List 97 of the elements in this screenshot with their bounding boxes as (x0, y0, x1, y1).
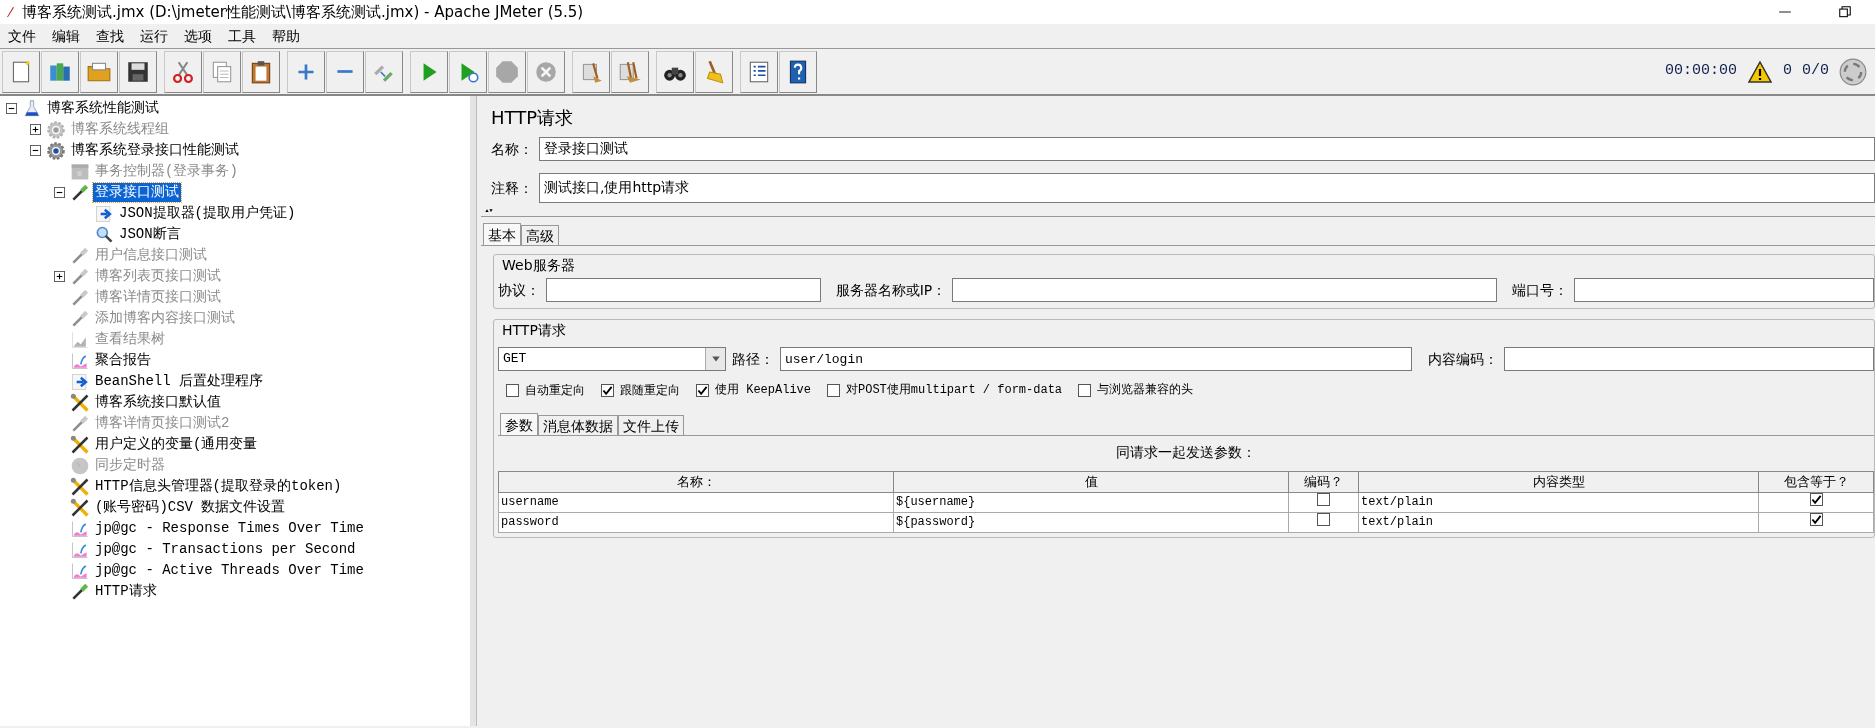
thread-count: 0/0 (1802, 61, 1829, 82)
field-label: 端口号： (1512, 280, 1568, 300)
checkbox-label: 对POST使用multipart / form-data (846, 382, 1063, 399)
menu-item[interactable]: 查找 (88, 25, 132, 47)
column-header[interactable]: 内容类型 (1358, 471, 1759, 492)
clear-all-button[interactable] (611, 50, 649, 93)
checkbox-label: 使用 KeepAlive (715, 382, 811, 399)
tree-item[interactable]: (账号密码)CSV 数据文件设置 (93, 498, 288, 517)
menu-item[interactable]: 帮助 (264, 25, 308, 47)
tree-item[interactable]: 博客系统性能测试 (45, 99, 161, 118)
save-button[interactable] (119, 50, 157, 93)
field-label: 协议： (498, 280, 540, 300)
checkbox[interactable] (827, 383, 840, 397)
tree-item[interactable]: 博客系统登录接口性能测试 (69, 141, 241, 160)
tree-item[interactable]: jp@gc - Active Threads Over Time (93, 561, 366, 580)
table-cell: text/plain (1358, 512, 1759, 532)
tree-item[interactable]: JSON提取器(提取用户凭证) (117, 204, 298, 223)
tab[interactable]: 消息体数据 (538, 415, 618, 435)
tree-item[interactable]: HTTP请求 (93, 582, 159, 601)
field-label: 名称： (491, 139, 533, 159)
expand-toggle[interactable] (5, 103, 17, 114)
method-dropdown[interactable]: GET (498, 347, 726, 371)
field-label: 内容编码： (1428, 349, 1498, 369)
field-label: 路径： (732, 349, 774, 369)
table-cell: ${username} (893, 492, 1289, 512)
checkbox-label: 自动重定向 (525, 382, 585, 399)
restore-icon (1838, 5, 1852, 19)
tree-item[interactable]: 用户定义的变量(通用变量 (93, 435, 260, 454)
function-helper-button[interactable] (740, 50, 778, 93)
warning-icon (1746, 59, 1773, 84)
tree-item[interactable]: JSON断言 (117, 225, 183, 244)
clear-button[interactable] (572, 50, 610, 93)
checkbox[interactable] (696, 383, 709, 397)
expand-toggle[interactable] (29, 145, 41, 156)
check-icon (602, 384, 613, 396)
tree-item[interactable]: HTTP信息头管理器(提取登录的token) (93, 477, 344, 496)
table-cell: ${password} (893, 512, 1289, 532)
tab[interactable]: 基本 (483, 223, 521, 245)
text-field[interactable]: user/login (780, 347, 1412, 371)
window-title: 博客系统测试.jmx (D:\jmeter性能测试\博客系统测试.jmx) - Apache JMeter (5.5) (22, 1, 584, 23)
text-field[interactable] (1504, 347, 1874, 371)
table-cell: text/plain (1358, 492, 1759, 512)
tree-item[interactable]: 聚合报告 (93, 351, 153, 370)
table-cell: password (498, 512, 894, 532)
checkbox-label: 跟随重定向 (620, 382, 680, 399)
tab[interactable]: 参数 (500, 413, 538, 435)
column-header[interactable]: 名称： (498, 471, 894, 492)
expand-button[interactable] (287, 50, 325, 93)
check-icon (697, 384, 708, 396)
new-button[interactable] (2, 50, 40, 93)
text-field[interactable]: 登录接口测试 (539, 137, 1875, 161)
tree-item[interactable]: jp@gc - Transactions per Second (93, 540, 358, 559)
checkbox[interactable] (1809, 513, 1823, 526)
check-icon (1810, 514, 1822, 525)
checkbox[interactable] (1078, 383, 1092, 397)
tab[interactable]: 文件上传 (618, 415, 684, 435)
tree-item[interactable]: BeanShell 后置处理程序 (93, 372, 265, 391)
checkbox-label: 与浏览器兼容的头 (1097, 382, 1194, 399)
tree-item[interactable]: 博客系统接口默认值 (93, 393, 223, 412)
menu-item[interactable]: 编辑 (44, 25, 88, 47)
field-label: 注释： (491, 178, 533, 198)
text-field[interactable] (1574, 278, 1874, 302)
toggle-button[interactable] (365, 50, 403, 93)
text-field[interactable] (546, 278, 821, 302)
search-button[interactable] (656, 50, 694, 93)
elapsed-time: 00:00:00 (1664, 61, 1737, 82)
collapse-button[interactable] (326, 50, 364, 93)
column-header[interactable]: 包含等于？ (1758, 471, 1874, 492)
field-label: 服务器名称或IP： (835, 280, 947, 300)
help-button[interactable] (779, 50, 817, 93)
start-no-pause-button[interactable] (449, 50, 487, 93)
copy-button[interactable] (203, 50, 241, 93)
text-field[interactable]: 测试接口,使用http请求 (539, 173, 1875, 203)
paste-button[interactable] (242, 50, 280, 93)
menu-item[interactable]: 选项 (176, 25, 220, 47)
table-caption: 同请求一起发送参数： (1115, 443, 1257, 462)
column-header[interactable]: 编码？ (1288, 471, 1359, 492)
table-cell: username (498, 492, 894, 512)
expand-toggle[interactable] (53, 187, 65, 198)
tab[interactable]: 高级 (521, 225, 559, 245)
menu-item[interactable]: 工具 (220, 25, 264, 47)
tree-item[interactable]: jp@gc - Response Times Over Time (93, 519, 366, 538)
menu-item[interactable]: 运行 (132, 25, 176, 47)
checkbox[interactable] (1809, 493, 1823, 506)
stop-icon (494, 58, 520, 85)
checkbox[interactable] (601, 383, 614, 397)
warning-count: 0 (1782, 61, 1792, 82)
column-header[interactable]: 值 (893, 471, 1289, 492)
menu-item[interactable]: 文件 (0, 25, 44, 47)
tree-item[interactable]: 登录接口测试 (93, 183, 181, 202)
text-field[interactable] (952, 278, 1498, 302)
panel-title: HTTP请求 (490, 106, 575, 130)
check-icon (1810, 494, 1822, 505)
cut-button[interactable] (164, 50, 202, 93)
templates-button[interactable] (41, 50, 79, 93)
start-button[interactable] (410, 50, 448, 93)
checkbox[interactable] (506, 383, 519, 397)
